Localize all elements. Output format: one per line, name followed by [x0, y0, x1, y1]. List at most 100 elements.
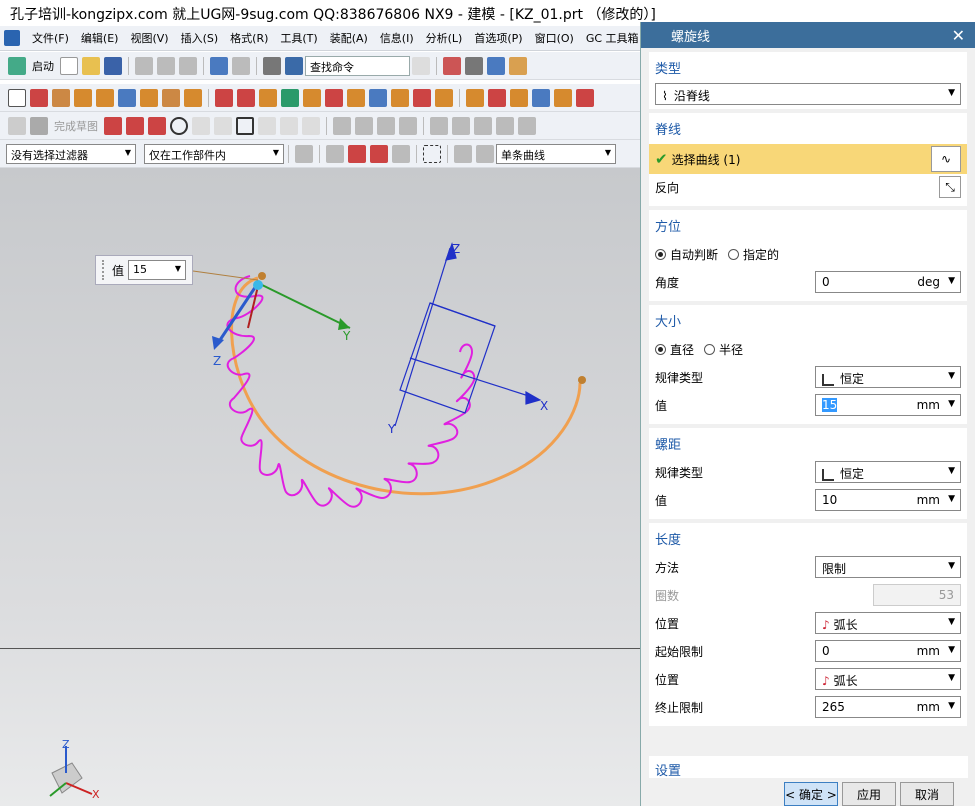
section-type-title[interactable]: 类型 [655, 58, 961, 77]
drag-handle[interactable] [102, 260, 106, 280]
convert-reference-icon[interactable] [518, 116, 536, 135]
intersect-icon[interactable] [259, 88, 277, 107]
start-icon[interactable] [8, 56, 26, 75]
dimension-icon[interactable] [430, 116, 448, 135]
unite-icon[interactable] [215, 88, 233, 107]
cut-icon[interactable] [135, 56, 153, 75]
render-style-icon[interactable] [465, 56, 483, 75]
menu-window[interactable]: 窗口(O) [529, 30, 580, 46]
reverse-direction-icon[interactable]: ⤡ [939, 176, 961, 198]
copy-icon[interactable] [157, 56, 175, 75]
menu-preferences[interactable]: 首选项(P) [468, 30, 528, 46]
nx-app-icon[interactable] [4, 30, 20, 46]
dialog-title-bar[interactable]: 螺旋线 ✕ [641, 22, 975, 48]
redo-icon[interactable] [232, 56, 250, 75]
trim-body-icon[interactable] [413, 88, 431, 107]
menu-file[interactable]: 文件(F) [26, 30, 75, 46]
pitch-value-input[interactable]: 10 mm [815, 489, 961, 511]
extrude-icon[interactable] [74, 88, 92, 107]
extend-icon[interactable] [377, 116, 395, 135]
paste-icon[interactable] [179, 56, 197, 75]
snap-point-icon[interactable] [348, 144, 366, 163]
general-select-icon[interactable] [295, 144, 313, 163]
infer-point-icon[interactable] [370, 144, 388, 163]
end-position-select[interactable]: ♪ 弧长 [815, 668, 961, 690]
section-length-title[interactable]: 长度 [655, 529, 961, 548]
mirror-icon[interactable] [303, 88, 321, 107]
point-sketch-icon[interactable] [302, 116, 320, 135]
draft-icon[interactable] [391, 88, 409, 107]
start-label[interactable]: 启动 [32, 58, 54, 74]
command-finder-icon[interactable] [285, 56, 303, 75]
chamfer-sketch-icon[interactable] [214, 116, 232, 135]
start-position-select[interactable]: ♪ 弧长 [815, 612, 961, 634]
end-limit-input[interactable]: 265 mm [815, 696, 961, 718]
profile-icon[interactable] [104, 116, 122, 135]
menu-analysis[interactable]: 分析(L) [420, 30, 469, 46]
menu-edit[interactable]: 编辑(E) [75, 30, 125, 46]
new-file-icon[interactable] [60, 56, 78, 75]
rectangle-icon[interactable] [236, 116, 254, 135]
ellipse-icon[interactable] [280, 116, 298, 135]
cancel-button[interactable]: 取消 [900, 782, 954, 806]
corner-icon[interactable] [399, 116, 417, 135]
layout-icon[interactable] [443, 56, 461, 75]
ok-button[interactable]: < 确定 > [784, 782, 838, 806]
datum-csys-icon[interactable] [52, 88, 70, 107]
point-icon[interactable] [30, 88, 48, 107]
menu-view[interactable]: 视图(V) [124, 30, 174, 46]
delete-face-icon[interactable] [532, 88, 550, 107]
pattern-icon[interactable] [281, 88, 299, 107]
menu-info[interactable]: 信息(I) [374, 30, 420, 46]
menu-assembly[interactable]: 装配(A) [324, 30, 374, 46]
pocket-icon[interactable] [162, 88, 180, 107]
show-constraint-icon[interactable] [496, 116, 514, 135]
open-folder-icon[interactable] [82, 56, 100, 75]
scope-select[interactable]: 仅在工作部件内 [144, 143, 284, 164]
pad-icon[interactable] [184, 88, 202, 107]
section-orientation-title[interactable]: 方位 [655, 216, 961, 235]
body-select-icon[interactable] [454, 144, 472, 163]
arc-icon[interactable] [148, 116, 166, 135]
shell-icon[interactable] [369, 88, 387, 107]
snap-settings-icon[interactable] [392, 144, 410, 163]
polygon-icon[interactable] [258, 116, 276, 135]
onscreen-value-input[interactable]: 15 [128, 260, 187, 280]
move-face-icon[interactable] [488, 88, 506, 107]
type-filter-select[interactable]: 没有选择过滤器 [6, 143, 136, 164]
undo-icon[interactable] [210, 56, 228, 75]
finish-sketch-label[interactable]: 完成草图 [54, 118, 98, 134]
trim-icon[interactable] [355, 116, 373, 135]
sketch-icon[interactable] [8, 116, 26, 135]
section-view-icon[interactable] [509, 56, 527, 75]
radius-radio[interactable]: 半径 [704, 341, 743, 358]
finish-sketch-icon[interactable] [30, 116, 48, 135]
replace-face-icon[interactable] [510, 88, 528, 107]
window-select-icon[interactable] [423, 144, 441, 163]
section-size-title[interactable]: 大小 [655, 311, 961, 330]
subtract-icon[interactable] [237, 88, 255, 107]
close-icon[interactable]: ✕ [952, 26, 965, 45]
menu-gc-toolbox[interactable]: GC 工具箱 [580, 30, 645, 46]
offset-face-icon[interactable] [466, 88, 484, 107]
line-icon[interactable] [126, 116, 144, 135]
menu-insert[interactable]: 插入(S) [175, 30, 225, 46]
select-all-icon[interactable] [326, 144, 344, 163]
section-spine-title[interactable]: 脊线 [655, 119, 961, 138]
auto-constraint-icon[interactable] [474, 116, 492, 135]
type-select[interactable]: ⌇ 沿脊线 [655, 83, 961, 105]
blend-icon[interactable] [325, 88, 343, 107]
specified-radio[interactable]: 指定的 [728, 246, 779, 263]
hole-icon[interactable] [118, 88, 136, 107]
pitch-law-select[interactable]: 恒定 [815, 461, 961, 483]
diameter-radio[interactable]: 直径 [655, 341, 694, 358]
circle-icon[interactable] [170, 116, 188, 135]
offset-curve-icon[interactable] [333, 116, 351, 135]
thicken-icon[interactable] [554, 88, 572, 107]
view-orient-icon[interactable] [263, 56, 281, 75]
auto-radio[interactable]: 自动判断 [655, 246, 718, 263]
revolve-icon[interactable] [96, 88, 114, 107]
menu-tools[interactable]: 工具(T) [274, 30, 323, 46]
method-select[interactable]: 限制 [815, 556, 961, 578]
sew-icon[interactable] [576, 88, 594, 107]
